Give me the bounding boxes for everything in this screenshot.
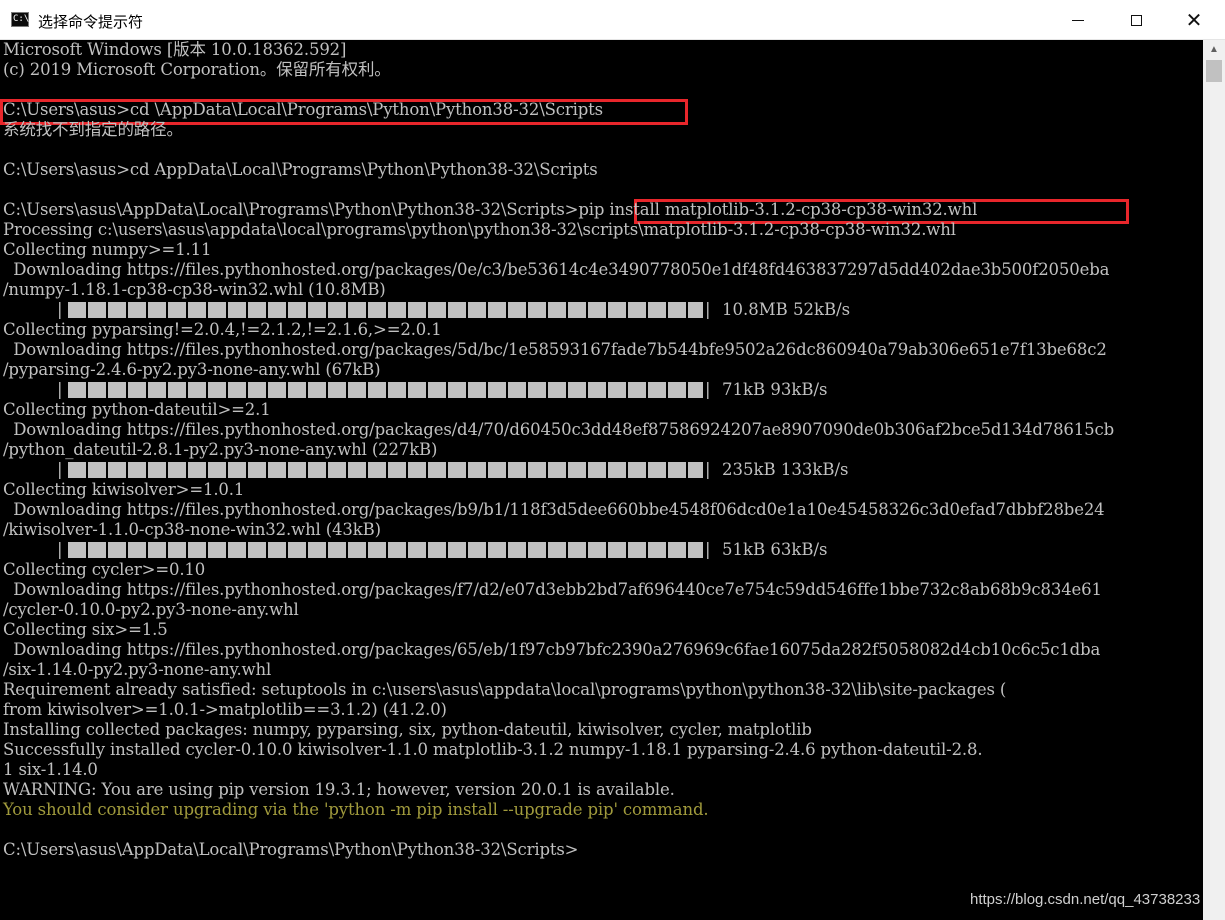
- download-progress-bar: | | 10.8MB 52kB/s: [0, 300, 1200, 320]
- console-line: 系统找不到指定的路径。: [3, 120, 183, 139]
- download-progress-bar: | | 235kB 133kB/s: [0, 460, 1200, 480]
- progress-bar-stats: 235kB 133kB/s: [722, 460, 849, 479]
- progress-bar-stats: 51kB 63kB/s: [722, 540, 828, 559]
- minimize-icon: [1072, 19, 1084, 21]
- progress-bar-stats: 10.8MB 52kB/s: [722, 300, 851, 319]
- console-line: Installing collected packages: numpy, py…: [3, 720, 812, 739]
- download-progress-bar: | | 51kB 63kB/s: [0, 540, 1200, 560]
- progress-bar-stats: 71kB 93kB/s: [722, 380, 828, 399]
- console-line: Downloading https://files.pythonhosted.o…: [3, 640, 1101, 659]
- console-line: Processing c:\users\asus\appdata\local\p…: [3, 220, 956, 239]
- scroll-thumb[interactable]: [1206, 60, 1222, 82]
- console-line: /six-1.14.0-py2.py3-none-any.whl: [3, 660, 272, 679]
- minimize-button[interactable]: [1049, 0, 1107, 40]
- console-line: /numpy-1.18.1-cp38-cp38-win32.whl (10.8M…: [3, 280, 386, 299]
- console-line: (c) 2019 Microsoft Corporation。保留所有权利。: [3, 60, 391, 79]
- console-line: Requirement already satisfied: setuptool…: [3, 680, 1007, 699]
- progress-bar-left-edge: |: [57, 300, 63, 319]
- progress-bar-left-edge: |: [57, 460, 63, 479]
- console-line: Microsoft Windows [版本 10.0.18362.592]: [3, 40, 347, 59]
- console-output[interactable]: Microsoft Windows [版本 10.0.18362.592] (c)…: [0, 40, 1203, 920]
- progress-bar-fill: [68, 542, 703, 558]
- console-line: Collecting cycler>=0.10: [3, 560, 206, 579]
- progress-bar-right-edge: |: [705, 460, 711, 479]
- scroll-up-arrow-icon[interactable]: ▲: [1203, 40, 1225, 60]
- console-line: from kiwisolver>=1.0.1->matplotlib==3.1.…: [3, 700, 447, 719]
- console-line: Collecting numpy>=1.11: [3, 240, 212, 259]
- console-line: Downloading https://files.pythonhosted.o…: [3, 260, 1110, 279]
- maximize-button[interactable]: [1107, 0, 1165, 40]
- console-warning-line: You should consider upgrading via the 'p…: [3, 800, 709, 819]
- console-line: C:\Users\asus\AppData\Local\Programs\Pyt…: [3, 840, 579, 859]
- console-line: /cycler-0.10.0-py2.py3-none-any.whl: [3, 600, 299, 619]
- console-line: Collecting python-dateutil>=2.1: [3, 400, 271, 419]
- progress-bar-right-edge: |: [705, 540, 711, 559]
- close-button[interactable]: ✕: [1165, 0, 1223, 40]
- progress-bar-left-edge: |: [57, 380, 63, 399]
- console-line: Collecting kiwisolver>=1.0.1: [3, 480, 245, 499]
- console-line: C:\Users\asus>cd AppData\Local\Programs\…: [3, 160, 598, 179]
- console-line: Downloading https://files.pythonhosted.o…: [3, 500, 1105, 519]
- console-line: Downloading https://files.pythonhosted.o…: [3, 420, 1114, 439]
- progress-bar-left-edge: |: [57, 540, 63, 559]
- close-icon: ✕: [1185, 8, 1203, 32]
- console-line: Downloading https://files.pythonhosted.o…: [3, 340, 1107, 359]
- window-title: 选择命令提示符: [38, 13, 144, 31]
- progress-bar-fill: [68, 302, 703, 318]
- cmd-icon: C:\: [11, 12, 29, 27]
- console-line: Downloading https://files.pythonhosted.o…: [3, 580, 1102, 599]
- console-line: WARNING: You are using pip version 19.3.…: [3, 780, 675, 799]
- vertical-scrollbar[interactable]: ▲: [1203, 40, 1225, 920]
- console-line: C:\Users\asus\AppData\Local\Programs\Pyt…: [3, 200, 978, 219]
- download-progress-bar: | | 71kB 93kB/s: [0, 380, 1200, 400]
- title-bar: C:\ 选择命令提示符 ✕: [0, 0, 1225, 40]
- progress-bar-right-edge: |: [705, 380, 711, 399]
- console-line: Collecting pyparsing!=2.0.4,!=2.1.2,!=2.…: [3, 320, 442, 339]
- progress-bar-right-edge: |: [705, 300, 711, 319]
- console-line: Successfully installed cycler-0.10.0 kiw…: [3, 740, 983, 759]
- console-line: /pyparsing-2.4.6-py2.py3-none-any.whl (6…: [3, 360, 381, 379]
- progress-bar-fill: [68, 382, 703, 398]
- console-line: /kiwisolver-1.1.0-cp38-none-win32.whl (4…: [3, 520, 381, 539]
- console-line: 1 six-1.14.0: [3, 760, 98, 779]
- watermark: https://blog.csdn.net/qq_43738233: [970, 891, 1201, 908]
- console-line: Collecting six>=1.5: [3, 620, 168, 639]
- console-line: /python_dateutil-2.8.1-py2.py3-none-any.…: [3, 440, 438, 459]
- maximize-icon: [1130, 14, 1142, 26]
- console-line: C:\Users\asus>cd \AppData\Local\Programs…: [3, 100, 603, 119]
- progress-bar-fill: [68, 462, 703, 478]
